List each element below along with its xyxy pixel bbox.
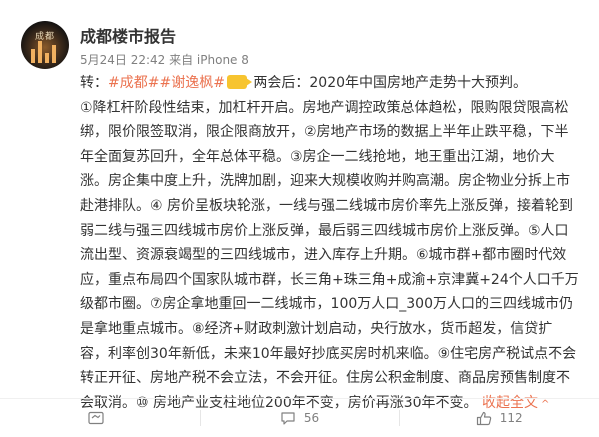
avatar-building-shape (31, 49, 35, 63)
thumbs-up-icon (476, 411, 491, 425)
like-button[interactable]: 112 (399, 406, 599, 430)
weibo-post-card: 成都 成都楼市报告 5月24日 22:42 来自 iPhone 8 转：#成都#… (0, 0, 599, 436)
post-body-text: ①降杠杆阶段性结束，加杠杆开启。房地产调控政策总体趋松，限购限贷限高松绑，限价限… (80, 99, 579, 411)
post-content: 转：#成都##谢逸枫# 两会后：2020年中国房地产走势十大预判。 ①降杠杆阶段… (80, 71, 580, 417)
repost-icon (88, 411, 104, 425)
avatar-text: 成都 (34, 32, 55, 42)
avatar[interactable]: 成都 (21, 21, 69, 69)
avatar-building-shape (38, 41, 42, 63)
comment-button[interactable]: 56 (199, 406, 400, 430)
post-headline: 两会后：2020年中国房地产走势十大预判。 (248, 75, 528, 91)
hashtag-link[interactable]: #成都# (108, 75, 159, 91)
avatar-building-shape (45, 53, 49, 63)
post-meta: 5月24日 22:42 来自 iPhone 8 (80, 53, 249, 67)
action-bar: 56 112 (0, 398, 599, 437)
comment-icon (281, 411, 295, 425)
repost-button[interactable] (0, 406, 200, 430)
like-count: 112 (499, 411, 523, 425)
comment-count: 56 (303, 411, 320, 425)
avatar-building-shape (52, 45, 56, 63)
repost-prefix: 转： (80, 75, 108, 91)
hashtag-link[interactable]: #谢逸枫# (159, 75, 224, 91)
megaphone-icon (226, 75, 252, 89)
post-username[interactable]: 成都楼市报告 (80, 23, 176, 47)
